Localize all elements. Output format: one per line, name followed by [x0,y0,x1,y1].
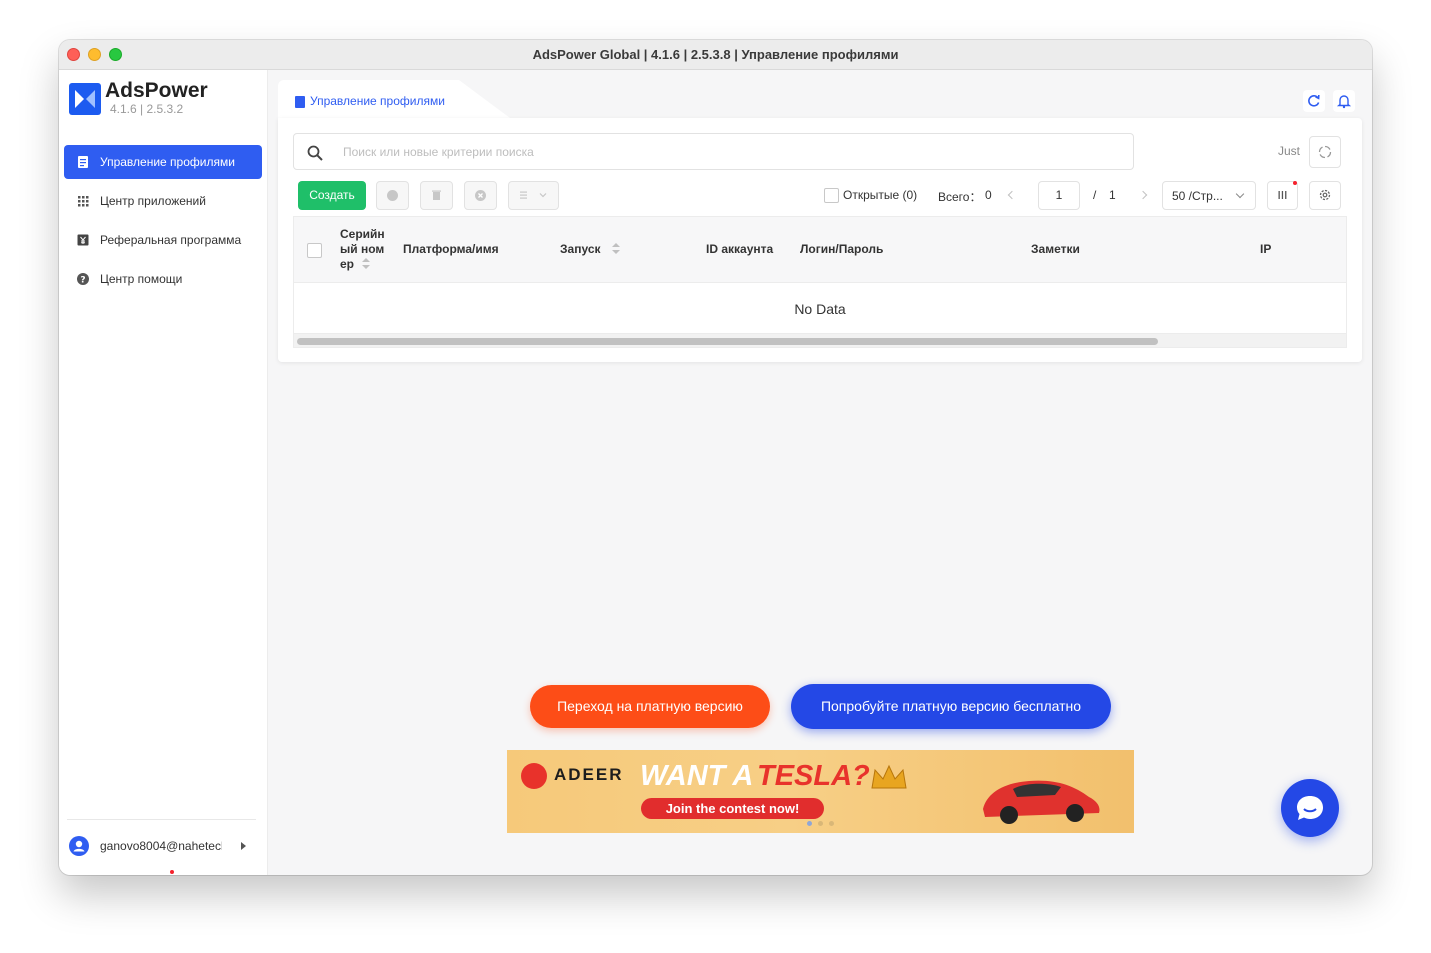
help-icon: ? [77,273,89,286]
ad-banner[interactable]: ADEER WANT A TESLA? Join the contest now… [507,750,1134,833]
column-ip: IP [1260,242,1272,256]
close-circle-icon [475,190,486,201]
batch-actions-dropdown[interactable] [508,181,559,210]
list-icon [520,191,547,199]
apps-grid-icon [78,196,89,207]
page-number-input[interactable]: 1 [1038,181,1080,210]
adspower-logo-icon [69,83,101,115]
column-platform: Платформа/имя [403,242,499,256]
total-value: 0 [985,188,992,202]
search-placeholder: Поиск или новые критерии поиска [343,145,534,159]
gear-icon [1319,189,1331,201]
chevron-down-icon [1235,189,1245,199]
support-chat-button[interactable] [1281,779,1339,837]
sort-icon[interactable] [612,243,620,255]
columns-icon [1278,191,1287,199]
user-menu-arrow-icon[interactable] [241,842,246,850]
column-launch[interactable]: Запуск [560,242,601,256]
column-login-password: Логин/Пароль [800,242,884,256]
title-bar: AdsPower Global | 4.1.6 | 2.5.3.8 | Упра… [59,40,1372,70]
carousel-dot[interactable] [829,821,834,826]
opened-checkbox[interactable] [824,188,839,203]
serial-header-line: Серийн [340,227,385,241]
profiles-panel: Поиск или новые критерии поиска Just Соз… [278,118,1362,362]
sidebar-item-label: Управление профилями [100,155,235,169]
crown-icon [871,764,907,789]
scrollbar-thumb[interactable] [297,338,1158,345]
search-icon [307,145,323,161]
column-account-id: ID аккаунта [706,242,774,256]
play-circle-icon [387,190,398,201]
table-header: Серийн ый ном ер Платформа/имя Запуск ID… [294,217,1346,283]
page-separator: / [1093,188,1097,202]
tab-profiles[interactable]: Управление профилями [278,80,510,118]
search-input[interactable]: Поиск или новые критерии поиска [293,133,1134,170]
banner-cta-button[interactable]: Join the contest now! [641,798,824,819]
start-selected-button[interactable] [376,181,409,210]
sidebar: AdsPower 4.1.6 | 2.5.3.2 Управление проф… [59,70,268,875]
refresh-button[interactable] [1303,90,1325,112]
sidebar-item-help[interactable]: ? Центр помощи [64,262,262,296]
profiles-tab-icon [295,96,305,108]
sort-icon[interactable] [362,258,370,270]
sidebar-item-profiles[interactable]: Управление профилями [64,145,262,179]
opened-label: Открытые (0) [843,188,918,202]
carousel-dot-active[interactable] [807,821,812,826]
sidebar-divider [67,819,256,820]
app-window: AdsPower Global | 4.1.6 | 2.5.3.8 | Упра… [59,40,1372,875]
profiles-table: Серийн ый ном ер Платформа/имя Запуск ID… [293,216,1347,348]
brand-version: 4.1.6 | 2.5.3.2 [110,102,184,116]
empty-state-text: No Data [794,301,846,317]
create-profile-button[interactable]: Создать [298,181,366,210]
refresh-icon [1308,94,1320,107]
user-email[interactable]: ganovo8004@nahetech [100,839,222,853]
sidebar-item-apps[interactable]: Центр приложений [64,184,262,218]
page-size-select[interactable]: 50 /Стр... [1162,181,1256,210]
sync-button[interactable] [1309,136,1341,168]
brand-name: AdsPower [105,79,208,102]
banner-headline: WANT A [640,760,754,792]
profiles-icon [78,156,88,168]
user-avatar-icon[interactable] [69,836,89,856]
upgrade-button[interactable]: Переход на платную версию [530,685,770,728]
just-label: Just [1278,144,1301,158]
page-size-value: 50 /Стр... [1172,189,1223,203]
adeer-logo-icon [521,763,547,789]
banner-headline-accent: TESLA? [757,760,870,792]
prev-page-icon[interactable] [1007,190,1017,200]
sidebar-item-label: Центр помощи [100,272,183,286]
referral-icon [77,234,89,246]
free-trial-button[interactable]: Попробуйте платную версию бесплатно [791,684,1111,729]
select-all-checkbox[interactable] [307,243,322,258]
banner-brand: ADEER [554,765,624,784]
sidebar-item-label: Реферальная программа [100,233,242,247]
sync-icon [1318,145,1332,159]
delete-selected-button[interactable] [420,181,453,210]
horizontal-scrollbar[interactable] [294,333,1346,347]
serial-header-line: ый ном [340,242,385,256]
sidebar-item-label: Центр приложений [100,194,206,208]
close-selected-button[interactable] [464,181,497,210]
trash-icon [432,190,441,200]
window-title: AdsPower Global | 4.1.6 | 2.5.3.8 | Упра… [532,47,899,62]
tab-label: Управление профилями [310,94,445,108]
chat-icon [1297,796,1323,820]
next-page-icon[interactable] [1138,190,1148,200]
edit-notification-dot [170,870,174,874]
column-notes: Заметки [1031,242,1080,256]
tesla-car-icon [983,780,1100,824]
total-label: Всего： [938,190,982,204]
bell-icon [1336,95,1352,109]
table-settings-button[interactable] [1309,181,1341,210]
svg-text:?: ? [80,276,85,286]
sidebar-item-referral[interactable]: Реферальная программа [64,223,262,257]
notifications-button[interactable] [1333,90,1355,112]
page-total: 1 [1109,188,1116,202]
column-settings-button[interactable] [1267,181,1298,210]
carousel-dot[interactable] [818,821,823,826]
column-settings-dot [1293,181,1297,185]
